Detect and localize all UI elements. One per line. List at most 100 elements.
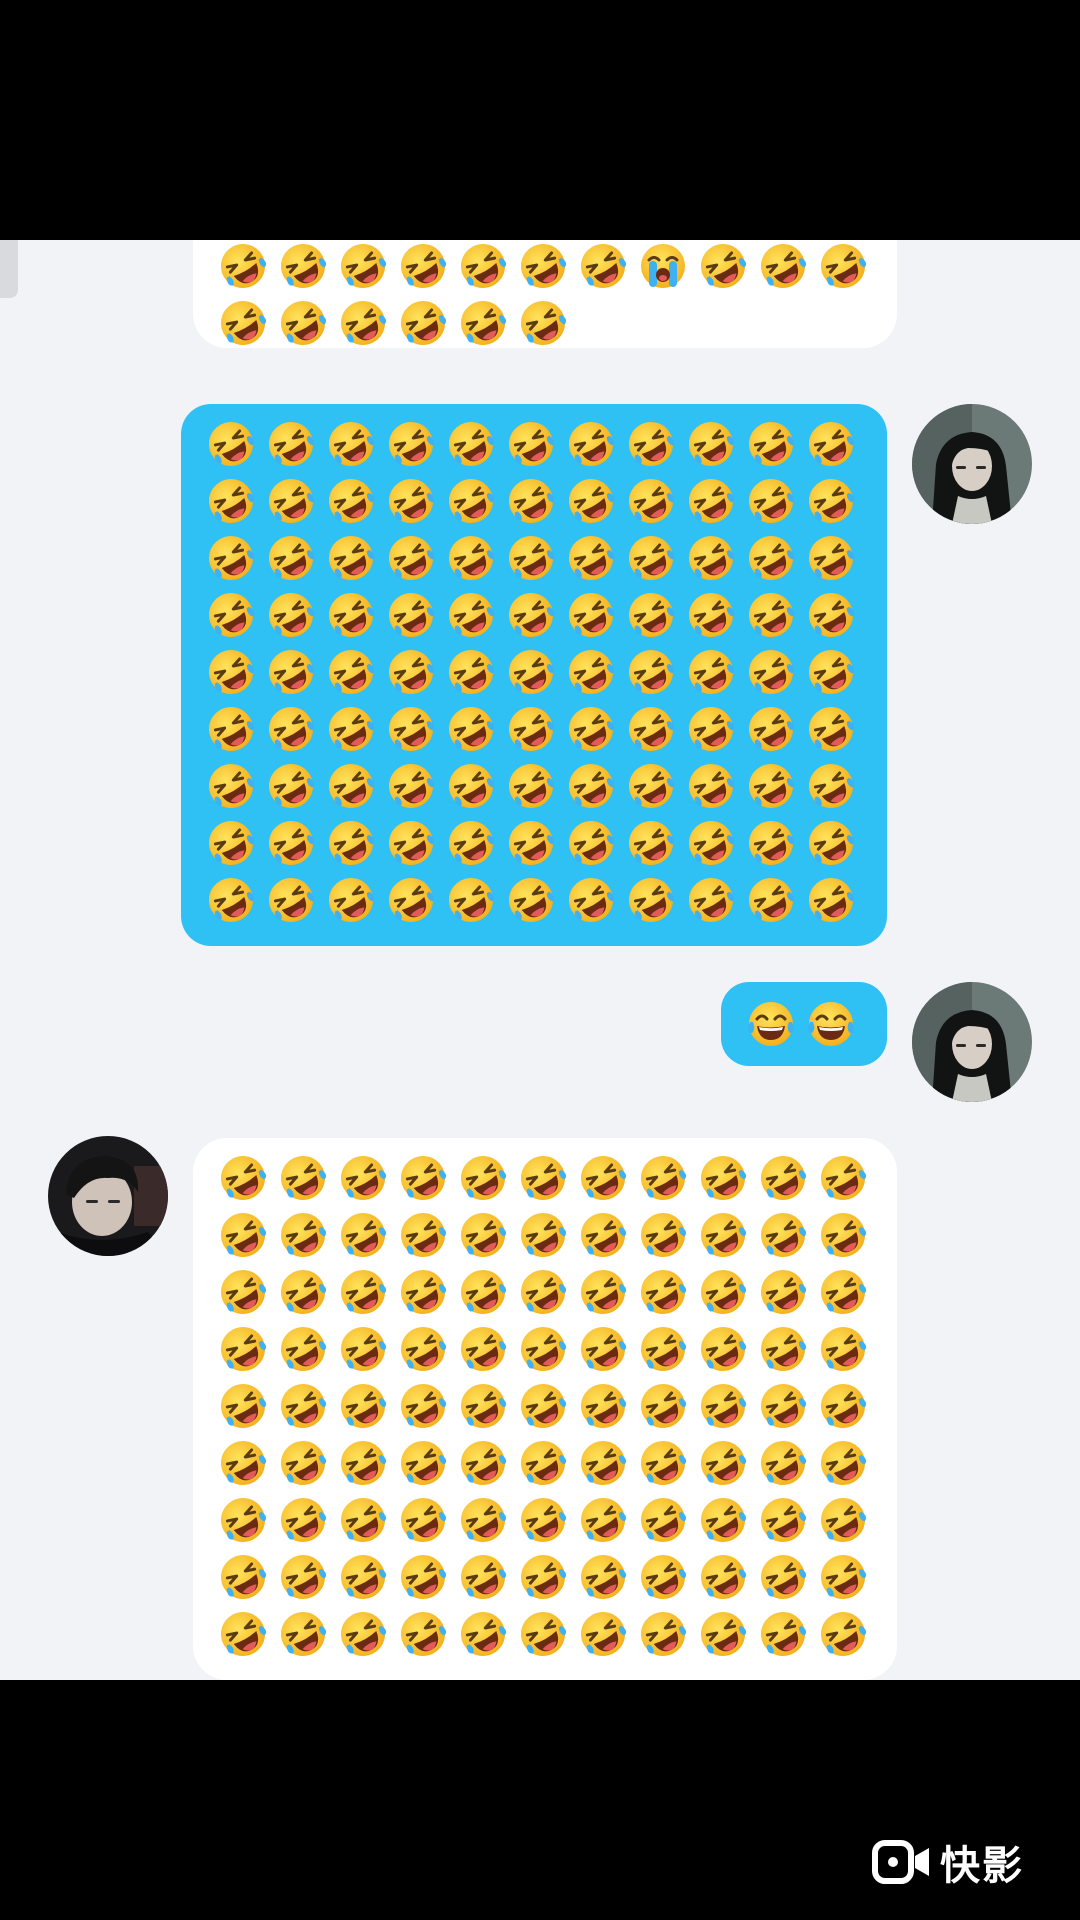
rofl-emoji-icon [217,1608,269,1660]
rofl-emoji-icon [637,1551,689,1603]
screen: 快影 [0,0,1080,1920]
emoji-cell [817,1494,877,1551]
rofl-emoji-icon [697,1266,749,1318]
rofl-emoji-icon [457,1323,509,1375]
emoji-cell [805,874,865,931]
rofl-emoji-icon [337,1608,389,1660]
rofl-emoji-icon [337,1209,389,1261]
emoji-cell [517,1494,577,1551]
empty-cell [817,297,877,354]
emoji-cell [577,1551,637,1608]
empty-cell [757,297,817,354]
rofl-emoji-icon [565,418,617,470]
emoji-cell [217,297,277,354]
emoji-cell [445,589,505,646]
emoji-cell [577,240,637,297]
message-bubble-incoming-top[interactable] [193,240,897,348]
rofl-emoji-icon [325,874,377,926]
rofl-emoji-icon [505,817,557,869]
rofl-emoji-icon [217,1266,269,1318]
emoji-cell [685,475,745,532]
rofl-emoji-icon [217,1152,269,1204]
rofl-emoji-icon [517,1608,569,1660]
emoji-cell [277,1551,337,1608]
rofl-emoji-icon [505,475,557,527]
rofl-emoji-icon [565,703,617,755]
rofl-emoji-icon [745,760,797,812]
empty-cell [577,297,637,354]
rofl-emoji-icon [397,1494,449,1546]
emoji-cell [445,646,505,703]
emoji-cell [265,703,325,760]
emoji-cell [217,1437,277,1494]
emoji-cell [697,1323,757,1380]
message-bubble-outgoing-small[interactable] [721,982,887,1066]
rofl-emoji-icon [637,1323,689,1375]
emoji-cell [697,1266,757,1323]
rofl-emoji-icon [625,703,677,755]
emoji-cell [685,418,745,475]
rofl-emoji-icon [277,240,329,292]
rofl-emoji-icon [517,1323,569,1375]
rofl-emoji-icon [337,1266,389,1318]
rofl-emoji-icon [805,475,857,527]
rofl-emoji-icon [745,817,797,869]
emoji-cell [445,532,505,589]
rofl-emoji-icon [805,703,857,755]
emoji-cell [757,240,817,297]
message-bubble-incoming-large[interactable] [193,1138,897,1680]
emoji-cell [697,1494,757,1551]
emoji-cell [325,874,385,931]
emoji-cell [325,418,385,475]
contact-avatar[interactable] [48,1136,168,1256]
rofl-emoji-icon [685,703,737,755]
rofl-emoji-icon [457,1266,509,1318]
emoji-cell [385,646,445,703]
message-bubble-outgoing-large[interactable] [181,404,887,946]
emoji-cell [445,874,505,931]
rofl-emoji-icon [457,1209,509,1261]
edge-handle[interactable] [0,240,18,298]
rofl-emoji-icon [565,646,617,698]
emoji-cell [805,646,865,703]
emoji-cell [637,1323,697,1380]
rofl-emoji-icon [745,418,797,470]
emoji-cell [565,589,625,646]
rofl-emoji-icon [565,760,617,812]
rofl-emoji-icon [697,1380,749,1432]
emoji-cell [505,646,565,703]
emoji-cell [265,646,325,703]
rofl-emoji-icon [205,532,257,584]
emoji-cell [517,1266,577,1323]
emoji-cell [805,418,865,475]
emoji-cell [565,475,625,532]
rofl-emoji-icon [325,532,377,584]
emoji-cell [565,532,625,589]
emoji-cell [265,874,325,931]
emoji-cell [757,1608,817,1665]
my-avatar[interactable] [912,982,1032,1102]
my-avatar[interactable] [912,404,1032,524]
emoji-cell [277,1380,337,1437]
rofl-emoji-icon [325,760,377,812]
emoji-cell [457,1266,517,1323]
rofl-emoji-icon [685,418,737,470]
rofl-emoji-icon [577,1437,629,1489]
rofl-emoji-icon [817,1437,869,1489]
emoji-cell [217,1323,277,1380]
emoji-cell [325,475,385,532]
rofl-emoji-icon [385,703,437,755]
emoji-cell [277,1494,337,1551]
rofl-emoji-icon [637,1152,689,1204]
rofl-emoji-icon [397,1437,449,1489]
emoji-cell [265,760,325,817]
rofl-emoji-icon [697,1551,749,1603]
emoji-cell [805,703,865,760]
rofl-emoji-icon [445,760,497,812]
emoji-cell [397,1152,457,1209]
chat-area[interactable] [0,240,1080,1680]
emoji-cell [517,1209,577,1266]
emoji-cell [337,297,397,354]
emoji-cell [625,703,685,760]
emoji-cell [217,1209,277,1266]
